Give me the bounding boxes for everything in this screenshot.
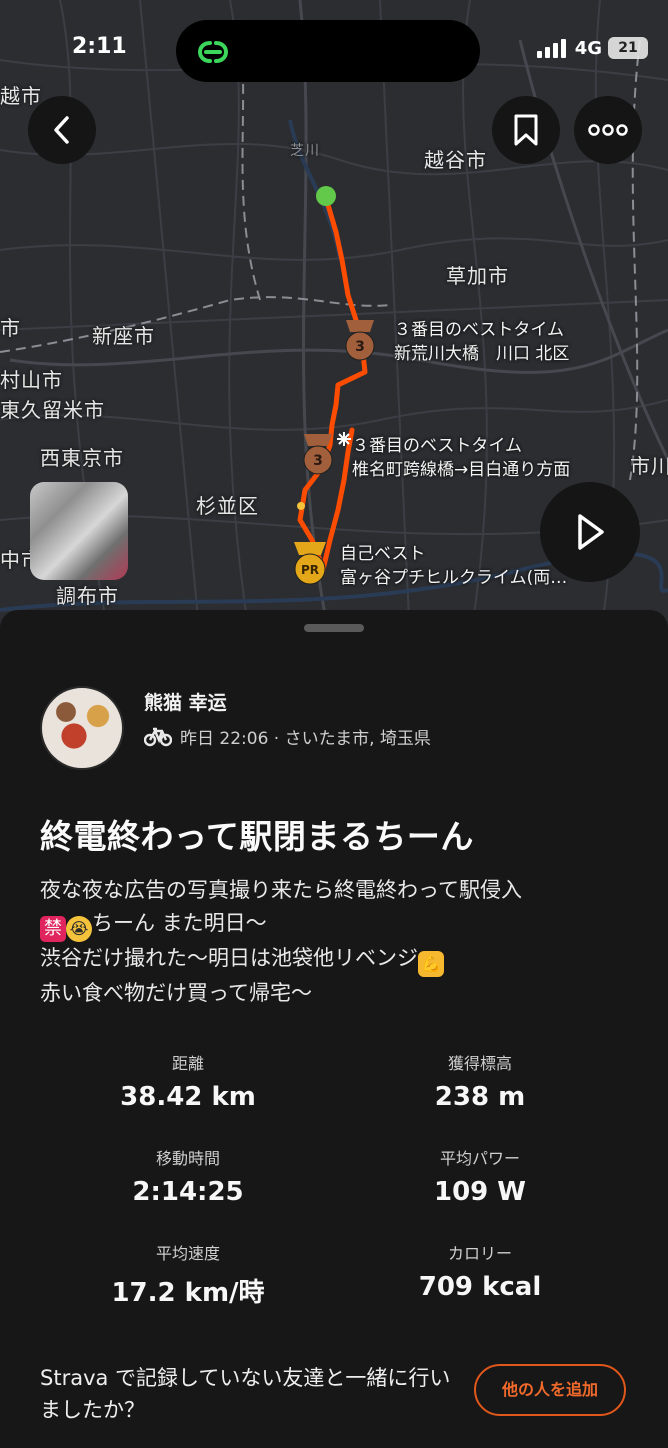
prohibited-emoji-icon: 禁 [40, 915, 66, 942]
avatar[interactable] [40, 686, 124, 770]
description-line: 赤い食べ物だけ買って帰宅〜 [40, 980, 312, 1005]
place-label: 草加市 [446, 264, 509, 288]
stat-calories: カロリー 709 kcal [330, 1240, 630, 1302]
status-right: 4G 21 [536, 36, 648, 60]
description-text: ちーん また明日〜 [92, 910, 267, 935]
stat-label: 平均速度 [155, 1244, 220, 1263]
stat-label: 平均パワー [439, 1149, 520, 1168]
pr-medal-icon: PR [294, 542, 326, 585]
stat-elevation: 獲得標高 238 m [330, 1050, 630, 1112]
activity-meta: 昨日 22:06 · さいたま市, 埼玉県 [144, 724, 431, 749]
segment-name: 新荒川大橋 川口 北区 [394, 344, 570, 364]
segment-label[interactable]: 自己ベスト 富ヶ谷プチヒルクライム(両… [340, 542, 567, 590]
stat-value: 109 W [433, 1177, 526, 1207]
back-button[interactable] [28, 96, 96, 164]
bronze-medal-icon: 3 [345, 320, 375, 361]
place-label: 村山市 [0, 368, 63, 392]
description-line-3: 渋谷だけ撮れた〜明日は池袋他リベンジ 💪 [40, 942, 640, 977]
athlete-name[interactable]: 熊猫 幸运 [144, 688, 227, 715]
place-label: 市 [0, 316, 21, 340]
place-label: 新座市 [92, 324, 155, 348]
segment-name: 富ヶ谷プチヒルクライム(両… [340, 568, 568, 588]
photo-thumbnail[interactable] [30, 482, 128, 580]
place-label: 越市 [0, 84, 42, 108]
place-label: 市川 [630, 454, 668, 478]
activity-sheet: 熊猫 幸运 昨日 22:06 · さいたま市, 埼玉県 終電終わって駅閉まるちー… [0, 610, 668, 1448]
stat-value: 709 kcal [418, 1272, 542, 1302]
stat-value: 238 m [434, 1082, 526, 1112]
play-flyover-button[interactable] [540, 482, 640, 582]
route-line [297, 195, 368, 577]
description-line: 夜な夜な広告の写真撮り来たら終電終わって駅侵入 [40, 878, 522, 902]
bookmark-button[interactable] [492, 96, 560, 164]
place-label: 調布市 [56, 584, 119, 608]
route-start-marker [316, 186, 336, 206]
place-label: 越谷市 [424, 148, 487, 172]
sparkle-icon [337, 432, 351, 446]
stat-avg-power: 平均パワー 109 W [330, 1145, 630, 1207]
place-label: 西東京市 [40, 446, 124, 470]
more-horizontal-icon [588, 124, 628, 136]
medal-rank: 3 [355, 339, 365, 355]
segment-rank-text: ３番目のベストタイム [394, 320, 564, 340]
stat-avg-speed: 平均速度 17.2 km/時 [38, 1240, 338, 1309]
route-map[interactable]: 越市 越谷市 草加市 市 新座市 村山市 東久留米市 西東京市 杉並区 中市 調… [0, 0, 668, 640]
segment-label[interactable]: ３番目のベストタイム 新荒川大橋 川口 北区 [394, 318, 569, 366]
sheet-drag-handle[interactable] [304, 624, 364, 632]
segment-label[interactable]: ３番目のベストタイム 椎名町跨線橋→目白通り方面 [352, 434, 570, 482]
description-line-2: 禁 😭 ちーん また明日〜 [40, 907, 640, 942]
chevron-left-icon [54, 116, 69, 144]
place-label: 杉並区 [196, 494, 259, 518]
dynamic-island [176, 20, 480, 82]
bronze-medal-icon: 3 [303, 434, 333, 475]
stat-label: 移動時間 [155, 1149, 220, 1168]
stat-value: 2:14:25 [132, 1177, 244, 1207]
stat-label: カロリー [447, 1244, 512, 1263]
add-others-button[interactable]: 他の人を追加 [474, 1364, 626, 1416]
network-label: 4G [574, 37, 602, 59]
activity-description: 夜な夜な広告の写真撮り来たら終電終わって駅侵入 禁 😭 ちーん また明日〜 渋谷だけ… [40, 874, 640, 1009]
medal-rank: PR [301, 563, 319, 577]
stat-label: 距離 [171, 1054, 204, 1073]
crying-face-emoji-icon: 😭 [66, 915, 92, 942]
stat-moving-time: 移動時間 2:14:25 [38, 1145, 338, 1207]
add-others-prompt: Strava で記録していない友達と一緒に行いましたか？ [40, 1366, 451, 1422]
activity-time-location: 昨日 22:06 · さいたま市, 埼玉県 [180, 729, 431, 749]
bookmark-icon [514, 114, 538, 146]
battery-icon: 21 [608, 37, 648, 59]
link-icon [197, 41, 229, 63]
stat-distance: 距離 38.42 km [38, 1050, 338, 1112]
stat-value: 38.42 km [120, 1082, 256, 1112]
place-label: 芝川 [290, 143, 320, 159]
status-time: 2:11 [72, 34, 127, 59]
description-text: 渋谷だけ撮れた〜明日は池袋他リベンジ [40, 945, 418, 970]
segment-rank-text: 自己ベスト [340, 544, 426, 564]
more-options-button[interactable] [574, 96, 642, 164]
bike-icon [144, 727, 172, 746]
play-icon [578, 514, 604, 550]
signal-icon [536, 39, 566, 58]
segment-name: 椎名町跨線橋→目白通り方面 [352, 460, 571, 480]
place-label: 東久留米市 [0, 398, 105, 422]
flexed-biceps-emoji-icon: 💪 [418, 950, 444, 977]
stat-label: 獲得標高 [447, 1054, 512, 1073]
medal-rank: 3 [313, 453, 323, 469]
activity-title: 終電終わって駅閉まるちーん [40, 817, 474, 856]
segment-rank-text: ３番目のベストタイム [352, 436, 522, 456]
stat-value: 17.2 km/時 [111, 1278, 265, 1308]
